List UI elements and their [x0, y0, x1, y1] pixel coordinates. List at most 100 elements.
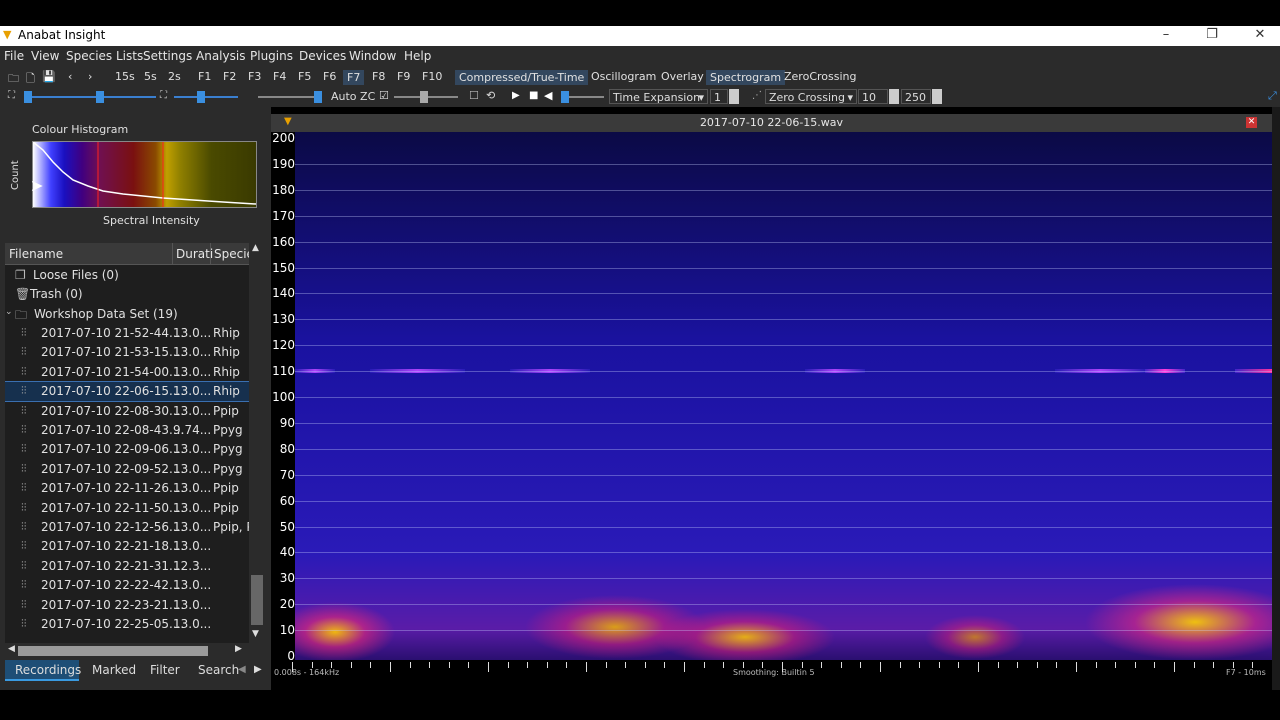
column-duration[interactable]: Durati	[176, 247, 213, 261]
tab-scroll-right-icon[interactable]: ▶	[254, 664, 262, 675]
menu-view[interactable]: View	[31, 49, 59, 63]
scroll-left-icon[interactable]: ◀	[8, 644, 15, 654]
vertical-scroll-thumb[interactable]	[251, 575, 263, 625]
checkbox-unchecked[interactable]: ☐	[469, 89, 479, 102]
file-row[interactable]: ⫶⫶ 2017-07-10 22-08-30.... 13.0... Ppip	[5, 402, 249, 421]
file-row[interactable]: ⫶⫶ 2017-07-10 22-09-06.... 13.0... Ppyg	[5, 440, 249, 459]
f9-button[interactable]: F9	[397, 70, 410, 83]
file-row[interactable]: ⫶⫶ 2017-07-10 22-25-05.... 13.0...	[5, 615, 249, 634]
frequency-tick-label: 100	[272, 390, 295, 404]
expand-icon[interactable]: ⤢	[1268, 89, 1277, 103]
menu-analysis[interactable]: Analysis	[196, 49, 245, 63]
f3-button[interactable]: F3	[248, 70, 261, 83]
time-tick	[448, 662, 450, 668]
tab-marked[interactable]: Marked	[92, 663, 136, 677]
tab-search[interactable]: Search	[198, 663, 239, 677]
file-duration: 13.0...	[173, 364, 212, 379]
restore-button[interactable]: ❐	[1192, 26, 1232, 44]
tab-scroll-left-icon[interactable]: ◀	[238, 664, 246, 675]
auto-zc-checkbox[interactable]: ☑	[379, 89, 389, 102]
column-filename[interactable]: Filename	[9, 247, 63, 261]
dataset-folder[interactable]: ⌄ 🗀 Workshop Data Set (19)	[5, 305, 249, 324]
colour-histogram[interactable]	[32, 141, 257, 208]
expansion-factor-spinner[interactable]	[729, 89, 739, 104]
spectrogram-plot[interactable]	[295, 132, 1272, 660]
f2-button[interactable]: F2	[223, 70, 236, 83]
file-row[interactable]: ⫶⫶ 2017-07-10 22-11-26.... 13.0... Ppip	[5, 479, 249, 498]
loop-icon[interactable]: ⟲	[486, 89, 495, 102]
play-icon[interactable]: ▶	[512, 90, 520, 101]
duration-2s-button[interactable]: 2s	[168, 70, 181, 83]
chevron-down-icon[interactable]: ⌄	[5, 307, 13, 317]
menu-file[interactable]: File	[4, 49, 24, 63]
f7-button[interactable]: F7	[343, 70, 365, 85]
overlay-toggle[interactable]: Overlay	[661, 70, 704, 83]
expansion-factor-input[interactable]: 1	[710, 89, 728, 104]
brightness-slider-knob[interactable]	[24, 91, 32, 103]
scroll-down-icon[interactable]: ▼	[252, 629, 259, 639]
contrast-slider-knob[interactable]	[197, 91, 205, 103]
tab-recordings[interactable]: Recordings	[15, 663, 81, 677]
menu-settings[interactable]: Settings	[143, 49, 192, 63]
playback-mode-select[interactable]: Time Expansion ▾	[609, 89, 708, 104]
column-species[interactable]: Specie	[214, 247, 254, 261]
close-button[interactable]: ✕	[1240, 26, 1280, 44]
volume-slider-knob[interactable]	[561, 91, 569, 103]
f6-button[interactable]: F6	[323, 70, 336, 83]
zc-slider-knob[interactable]	[420, 91, 428, 103]
oscillogram-toggle[interactable]: Oscillogram	[591, 70, 656, 83]
threshold-slider-knob[interactable]	[314, 91, 322, 103]
f4-button[interactable]: F4	[273, 70, 286, 83]
spectrogram-toggle[interactable]: Spectrogram	[706, 70, 786, 85]
frequency-tick-label: 160	[272, 234, 295, 249]
file-duration: 13.0...	[173, 442, 212, 457]
file-row[interactable]: ⫶⫶ 2017-07-10 22-21-31.... 12.3...	[5, 557, 249, 576]
f8-button[interactable]: F8	[372, 70, 385, 83]
file-row[interactable]: ⫶⫶ 2017-07-10 22-11-50.... 13.0... Ppip	[5, 499, 249, 518]
brightness-slider-knob-2[interactable]	[96, 91, 104, 103]
horizontal-scroll-thumb[interactable]	[18, 646, 208, 656]
gridline	[295, 371, 1272, 373]
zerocrossing-toggle[interactable]: ZeroCrossing	[784, 70, 856, 83]
menu-devices[interactable]: Devices	[299, 49, 346, 63]
menu-window[interactable]: Window	[349, 49, 396, 63]
file-row[interactable]: ⫶⫶ 2017-07-10 22-09-52.... 13.0... Ppyg	[5, 460, 249, 479]
menu-help[interactable]: Help	[404, 49, 431, 63]
back-icon[interactable]: ‹	[68, 70, 72, 83]
scroll-up-icon[interactable]: ▲	[252, 243, 259, 253]
minimize-button[interactable]: –	[1146, 26, 1186, 44]
file-row[interactable]: ⫶⫶ 2017-07-10 21-52-44.... 13.0... Rhip	[5, 324, 249, 343]
time-tick	[938, 662, 940, 668]
close-icon[interactable]: ✕	[1246, 117, 1257, 128]
zc-min-input[interactable]: 10	[858, 89, 888, 104]
loose-files-item[interactable]: ❐ Loose Files (0)	[5, 266, 249, 285]
forward-icon[interactable]: ›	[88, 70, 92, 83]
file-row[interactable]: ⫶⫶ 2017-07-10 21-53-15.... 13.0... Rhip	[5, 343, 249, 362]
zc-max-spinner[interactable]	[932, 89, 942, 104]
save-icon[interactable]: 💾	[42, 70, 56, 83]
zc-mode-select[interactable]: Zero Crossing ▾	[765, 89, 857, 104]
zc-max-input[interactable]: 250	[901, 89, 931, 104]
file-row[interactable]: ⫶⫶ 2017-07-10 22-22-42.... 13.0...	[5, 576, 249, 595]
stop-icon[interactable]: ■	[529, 90, 538, 101]
duration-15s-button[interactable]: 15s	[115, 70, 135, 83]
duration-5s-button[interactable]: 5s	[144, 70, 157, 83]
menu-plugins[interactable]: Plugins	[250, 49, 293, 63]
zc-min-spinner[interactable]	[889, 89, 899, 104]
file-row[interactable]: ⫶⫶ 2017-07-10 22-06-15.... 13.0... Rhip	[5, 381, 249, 403]
file-row[interactable]: ⫶⫶ 2017-07-10 22-12-56....13.0...Ppip, P	[5, 518, 249, 537]
file-row[interactable]: ⫶⫶ 2017-07-10 22-23-21.... 13.0...	[5, 596, 249, 615]
tab-filter[interactable]: Filter	[150, 663, 180, 677]
scroll-right-icon[interactable]: ▶	[235, 644, 242, 654]
f1-button[interactable]: F1	[198, 70, 211, 83]
compressed-true-time-toggle[interactable]: Compressed/True-Time	[455, 70, 589, 85]
file-row[interactable]: ⫶⫶ 2017-07-10 22-08-43.... 9.74... Ppyg	[5, 421, 249, 440]
menu-species-lists[interactable]: Species Lists	[66, 49, 143, 63]
f10-button[interactable]: F10	[422, 70, 442, 83]
volume-icon[interactable]: ◀	[544, 89, 552, 102]
f5-button[interactable]: F5	[298, 70, 311, 83]
file-row[interactable]: ⫶⫶ 2017-07-10 22-21-18.... 13.0...	[5, 537, 249, 556]
file-row[interactable]: ⫶⫶ 2017-07-10 21-54-00.... 13.0... Rhip	[5, 363, 249, 382]
trash-item[interactable]: 🗑 Trash (0)	[5, 285, 249, 304]
file-name: 2017-07-10 22-09-06....	[41, 442, 185, 457]
